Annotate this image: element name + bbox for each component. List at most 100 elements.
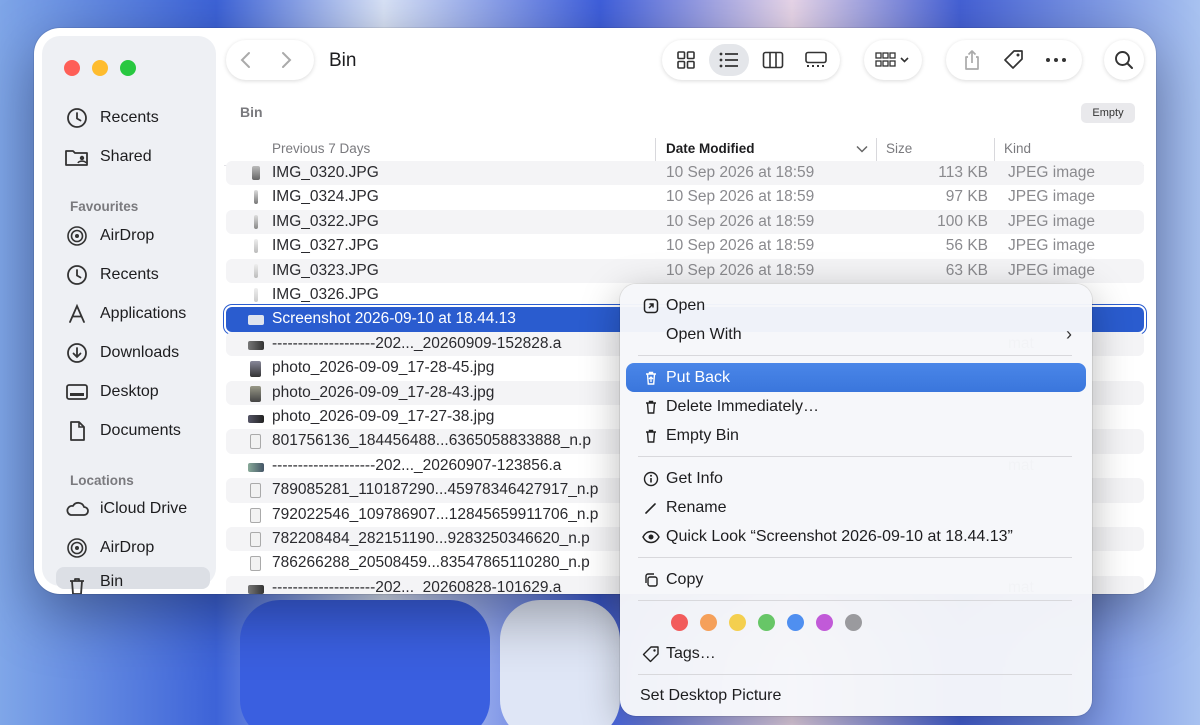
cloud-icon: [64, 496, 90, 522]
file-thumbnail-icon: [248, 312, 264, 326]
info-icon: [638, 471, 664, 487]
file-kind: JPEG image: [1008, 212, 1096, 230]
menu-item-delete-immediately[interactable]: Delete Immediately…: [626, 392, 1086, 421]
action-buttons: [946, 40, 1082, 80]
column-header-name[interactable]: Previous 7 Days: [272, 141, 370, 156]
file-name: --------------------202..._20260909-1528…: [272, 334, 562, 352]
file-name: --------------------202..._20260828-1016…: [272, 578, 562, 594]
zoom-window-button[interactable]: [120, 60, 136, 76]
table-row[interactable]: IMG_0323.JPG 10 Sep 2026 at 18:59 63 KB JPE…: [226, 258, 1144, 283]
open-icon: [638, 298, 664, 314]
sidebar-item-documents[interactable]: Documents: [64, 417, 214, 445]
column-header-date[interactable]: Date Modified: [666, 141, 755, 156]
list-view-button[interactable]: [709, 44, 750, 76]
file-thumbnail-icon: [248, 581, 264, 594]
file-thumbnail-icon: [248, 337, 264, 351]
sidebar-item-recents-fav[interactable]: Recents: [64, 261, 214, 289]
menu-item-tags[interactable]: Tags…: [626, 639, 1086, 668]
menu-separator: [638, 674, 1072, 675]
columns-icon: [762, 51, 783, 69]
file-name: 792022546_109786907...12845659911706_n.p: [272, 505, 599, 523]
file-date: 10 Sep 2026 at 18:59: [666, 188, 815, 206]
sidebar-item-desktop[interactable]: Desktop: [64, 378, 214, 406]
path-label: Bin: [240, 104, 263, 120]
menu-item-copy[interactable]: Copy: [626, 565, 1086, 594]
sidebar-item-label: Downloads: [100, 344, 180, 361]
table-row[interactable]: IMG_0320.JPG 10 Sep 2026 at 18:59 113 KB JP…: [226, 161, 1144, 186]
file-thumbnail-icon: [248, 459, 264, 473]
file-name: photo_2026-09-09_17-28-43.jpg: [272, 383, 495, 401]
file-kind: JPEG image: [1008, 237, 1096, 255]
sidebar-item-downloads[interactable]: Downloads: [64, 339, 214, 367]
sidebar-item-shared[interactable]: Shared: [64, 143, 214, 171]
sidebar-item-icloud-drive[interactable]: iCloud Drive: [64, 495, 214, 523]
tag-gray-dot[interactable]: [845, 614, 862, 631]
menu-item-put-back[interactable]: Put Back: [626, 363, 1086, 392]
menu-item-label: Copy: [666, 570, 704, 588]
file-name: Screenshot 2026-09-10 at 18.44.13: [272, 310, 516, 328]
column-header-size[interactable]: Size: [886, 141, 912, 156]
table-row[interactable]: IMG_0324.JPG 10 Sep 2026 at 18:59 97 KB JPE…: [226, 185, 1144, 209]
table-row[interactable]: IMG_0322.JPG 10 Sep 2026 at 18:59 100 KB JP…: [226, 209, 1144, 235]
back-button[interactable]: [226, 44, 266, 76]
menu-item-get-info[interactable]: Get Info: [626, 464, 1086, 493]
airdrop-icon: [64, 535, 90, 561]
column-header-kind[interactable]: Kind: [1004, 141, 1031, 156]
file-thumbnail-icon: [248, 166, 264, 180]
sidebar-item-label: Documents: [100, 422, 181, 439]
minimize-window-button[interactable]: [92, 60, 108, 76]
file-name: photo_2026-09-09_17-28-45.jpg: [272, 359, 495, 377]
tag-green-dot[interactable]: [758, 614, 775, 631]
menu-item-label: Put Back: [666, 368, 731, 386]
column-divider[interactable]: [994, 138, 995, 162]
tag-purple-dot[interactable]: [816, 614, 833, 631]
tag-red-dot[interactable]: [671, 614, 688, 631]
tag-button[interactable]: [994, 44, 1034, 76]
sidebar-item-airdrop-location[interactable]: AirDrop: [64, 534, 214, 562]
menu-separator: [638, 456, 1072, 457]
file-name: 782208484_282151190...9283250346620_n.p: [272, 530, 590, 547]
file-thumbnail-icon: [248, 532, 264, 547]
file-size: 100 KB: [937, 212, 988, 230]
forward-button[interactable]: [266, 44, 306, 76]
file-name: IMG_0323.JPG: [272, 261, 379, 279]
column-view-button[interactable]: [753, 44, 793, 76]
menu-separator: [638, 557, 1072, 558]
file-date: 10 Sep 2026 at 18:59: [666, 164, 815, 181]
menu-separator: [638, 355, 1072, 356]
menu-item-set-desktop-picture[interactable]: Set Desktop Picture: [626, 681, 1086, 710]
close-window-button[interactable]: [64, 60, 80, 76]
empty-bin-button[interactable]: Empty: [1081, 103, 1135, 123]
sidebar-item-airdrop[interactable]: AirDrop: [64, 222, 214, 250]
file-name: 789085281_110187290...45978346427917_n.p: [272, 481, 599, 499]
search-button[interactable]: [1104, 40, 1144, 80]
applications-icon: [64, 301, 90, 327]
tag-orange-dot[interactable]: [700, 614, 717, 631]
tag-yellow-dot[interactable]: [729, 614, 746, 631]
gallery-view-button[interactable]: [796, 44, 836, 76]
more-button[interactable]: [1036, 44, 1076, 76]
menu-item-open-with[interactable]: Open With ›: [626, 320, 1086, 349]
context-menu: Open Open With › Put Back Delete Immedia…: [620, 284, 1092, 716]
file-date: 10 Sep 2026 at 18:59: [666, 261, 815, 279]
file-name: 801756136_184456488...6365058833888_n.p: [272, 432, 591, 450]
gallery-icon: [805, 51, 827, 67]
menu-item-rename[interactable]: Rename: [626, 493, 1086, 522]
share-button[interactable]: [952, 44, 992, 76]
column-divider[interactable]: [876, 138, 877, 162]
sidebar-item-label: Shared: [100, 148, 152, 165]
menu-separator: [638, 600, 1072, 601]
sidebar-item-bin[interactable]: Bin: [56, 567, 210, 594]
icon-view-button[interactable]: [666, 44, 706, 76]
column-divider[interactable]: [655, 138, 656, 162]
menu-item-empty-bin[interactable]: Empty Bin: [626, 421, 1086, 450]
document-icon: [64, 418, 90, 444]
group-button[interactable]: [864, 40, 922, 80]
menu-item-open[interactable]: Open: [626, 291, 1086, 320]
sidebar-item-recents[interactable]: Recents: [64, 104, 214, 132]
sidebar-item-applications[interactable]: Applications: [64, 300, 214, 328]
menu-item-quick-look[interactable]: Quick Look “Screenshot 2026-09-10 at 18.…: [626, 522, 1086, 551]
table-row[interactable]: IMG_0327.JPG 10 Sep 2026 at 18:59 56 KB JPE…: [226, 234, 1144, 258]
tag-blue-dot[interactable]: [787, 614, 804, 631]
trash-icon: [638, 399, 664, 415]
